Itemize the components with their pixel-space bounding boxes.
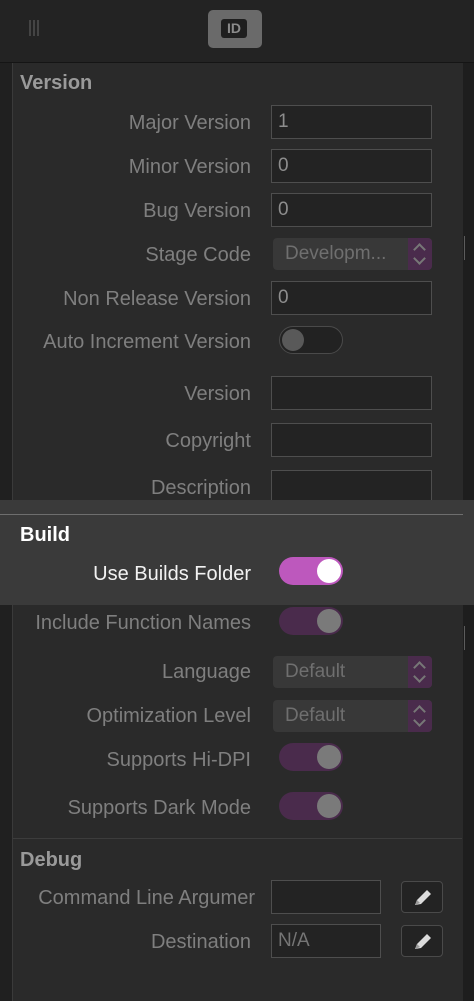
- include-function-names-toggle[interactable]: [279, 607, 343, 635]
- description-field[interactable]: [271, 470, 432, 504]
- id-icon: ID: [221, 19, 247, 38]
- toggle-knob: [317, 745, 341, 769]
- hidpi-label: Supports Hi-DPI: [106, 749, 252, 771]
- toggle-knob: [282, 329, 304, 351]
- non-release-version-field[interactable]: 0: [271, 281, 432, 315]
- version-label: Version: [184, 383, 251, 405]
- section-divider: [13, 838, 462, 839]
- optimization-level-select[interactable]: Default: [273, 700, 432, 732]
- language-value: Default: [285, 661, 346, 682]
- copyright-field[interactable]: [271, 423, 432, 457]
- highlight-separator: [0, 514, 463, 515]
- description-label: Description: [150, 477, 251, 499]
- major-version-field[interactable]: 1: [271, 105, 432, 139]
- optimization-level-value: Default: [285, 705, 346, 726]
- edit-command-line-button[interactable]: [401, 881, 443, 913]
- optimization-level-label: Optimization Level: [86, 705, 251, 727]
- pencil-icon: [415, 890, 431, 905]
- minor-version-label: Minor Version: [128, 156, 251, 178]
- dark-mode-toggle[interactable]: [279, 792, 343, 820]
- toggle-knob: [317, 559, 341, 583]
- command-line-label: Command Line Argumer: [38, 887, 255, 909]
- auto-increment-toggle[interactable]: [279, 326, 343, 354]
- edge-marker: [464, 626, 465, 650]
- toggle-knob: [317, 609, 341, 633]
- bug-version-field[interactable]: 0: [271, 193, 432, 227]
- edit-destination-button[interactable]: [401, 925, 443, 957]
- stage-code-label: Stage Code: [145, 244, 251, 266]
- inspector-toolbar: ID: [0, 0, 474, 63]
- version-field[interactable]: [271, 376, 432, 410]
- drag-grip-icon[interactable]: [29, 20, 41, 36]
- language-select[interactable]: Default: [273, 656, 432, 688]
- edge-marker: [464, 236, 465, 260]
- command-line-field[interactable]: [271, 880, 381, 914]
- stage-code-value: Developm...: [285, 243, 387, 264]
- select-arrows-icon: [408, 700, 432, 732]
- use-builds-folder-toggle[interactable]: [279, 557, 343, 585]
- copyright-label: Copyright: [165, 430, 251, 452]
- section-title-build: Build: [20, 524, 70, 546]
- auto-increment-label: Auto Increment Version: [43, 331, 251, 353]
- hidpi-toggle[interactable]: [279, 743, 343, 771]
- pencil-icon: [415, 934, 431, 949]
- non-release-version-label: Non Release Version: [63, 288, 251, 310]
- select-arrows-icon: [408, 656, 432, 688]
- dark-mode-label: Supports Dark Mode: [67, 797, 251, 819]
- language-label: Language: [162, 661, 251, 683]
- section-title-debug: Debug: [20, 849, 83, 871]
- bug-version-label: Bug Version: [143, 200, 251, 222]
- select-arrows-icon: [408, 238, 432, 270]
- destination-field[interactable]: [271, 924, 381, 958]
- build-highlight: Build Use Builds Folder: [0, 500, 474, 605]
- use-builds-folder-label: Use Builds Folder: [93, 563, 251, 585]
- major-version-label: Major Version: [128, 112, 251, 134]
- id-inspector-button[interactable]: ID: [208, 10, 262, 48]
- include-function-names-label: Include Function Names: [35, 612, 251, 634]
- destination-label: Destination: [150, 931, 251, 953]
- stage-code-select[interactable]: Developm...: [273, 238, 432, 270]
- toggle-knob: [317, 794, 341, 818]
- section-title-version: Version: [20, 72, 93, 94]
- minor-version-field[interactable]: 0: [271, 149, 432, 183]
